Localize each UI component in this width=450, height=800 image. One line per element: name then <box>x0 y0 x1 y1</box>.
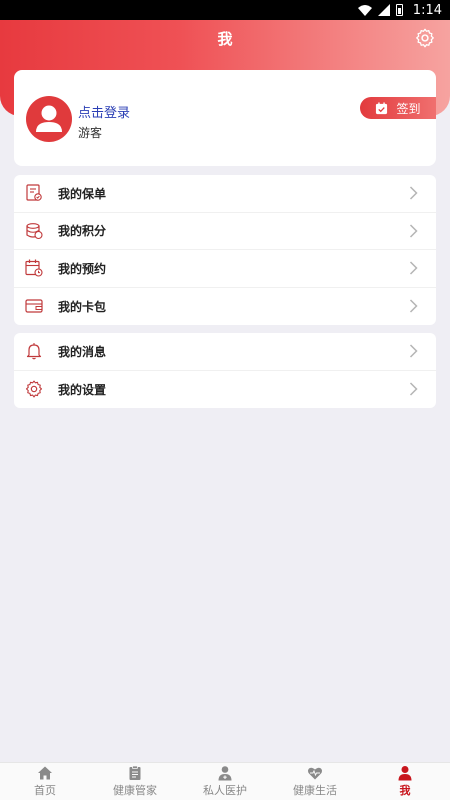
menu-label-messages: 我的消息 <box>58 344 107 359</box>
gear-icon <box>25 380 43 398</box>
menu-label-wallet: 我的卡包 <box>58 299 107 314</box>
user-icon <box>398 766 412 781</box>
nav-health-manager-label: 健康管家 <box>113 784 157 797</box>
checkin-label: 签到 <box>396 101 421 116</box>
menu-group-secondary: 我的消息 我的设置 <box>14 333 436 408</box>
avatar[interactable] <box>26 96 72 142</box>
menu-item-appointment[interactable]: 我的预约 <box>14 250 436 288</box>
calendar-check-icon <box>376 101 388 114</box>
coins-icon <box>26 222 43 239</box>
page-title: 我 <box>217 29 233 48</box>
settings-gear-icon[interactable] <box>414 27 436 49</box>
menu-item-policy[interactable]: 我的保单 <box>14 175 436 213</box>
heartbeat-icon <box>308 767 322 780</box>
chevron-right-icon <box>409 299 418 313</box>
clipboard-icon <box>129 765 141 780</box>
chevron-right-icon <box>409 382 418 396</box>
guest-label: 游客 <box>78 126 103 140</box>
nav-me-label: 我 <box>399 784 411 797</box>
nav-home[interactable]: 首页 <box>0 763 90 800</box>
menu-label-policy: 我的保单 <box>58 186 107 201</box>
calendar-icon <box>25 259 43 277</box>
policy-doc-icon <box>26 184 42 202</box>
login-link[interactable]: 点击登录 <box>78 102 130 121</box>
user-avatar-icon <box>36 105 62 132</box>
nav-private-care-label: 私人医护 <box>203 784 247 797</box>
menu-label-appointment: 我的预约 <box>58 261 107 276</box>
wifi-icon <box>357 4 372 16</box>
menu-group-primary: 我的保单 我的积分 我的预约 我的卡包 <box>14 175 436 325</box>
battery-icon <box>395 4 403 16</box>
menu-label-settings: 我的设置 <box>58 382 107 397</box>
doctor-icon <box>218 766 232 781</box>
nav-health-manager[interactable]: 健康管家 <box>90 763 180 800</box>
bell-icon <box>26 343 42 360</box>
checkin-button[interactable]: 签到 <box>360 97 436 119</box>
home-icon <box>38 766 52 780</box>
chevron-right-icon <box>409 186 418 200</box>
nav-private-care[interactable]: 私人医护 <box>180 763 270 800</box>
bottom-nav: 首页 健康管家 私人医护 健康生活 我 <box>0 762 450 800</box>
menu-item-wallet[interactable]: 我的卡包 <box>14 288 436 326</box>
menu-item-messages[interactable]: 我的消息 <box>14 333 436 371</box>
status-time: 1:14 <box>412 2 442 18</box>
menu-label-points: 我的积分 <box>58 224 107 239</box>
profile-card: 点击登录 游客 签到 <box>14 70 436 166</box>
signal-icon <box>377 4 390 16</box>
nav-me[interactable]: 我 <box>360 763 450 800</box>
wallet-icon <box>25 299 43 313</box>
nav-healthy-life[interactable]: 健康生活 <box>270 763 360 800</box>
chevron-right-icon <box>409 261 418 275</box>
chevron-right-icon <box>409 344 418 358</box>
status-icons: 1:14 <box>357 2 442 18</box>
chevron-right-icon <box>409 224 418 238</box>
menu-item-settings[interactable]: 我的设置 <box>14 371 436 409</box>
nav-home-label: 首页 <box>34 784 56 797</box>
nav-healthy-life-label: 健康生活 <box>293 784 337 797</box>
menu-item-points[interactable]: 我的积分 <box>14 213 436 250</box>
status-bar: 1:14 <box>0 0 450 20</box>
